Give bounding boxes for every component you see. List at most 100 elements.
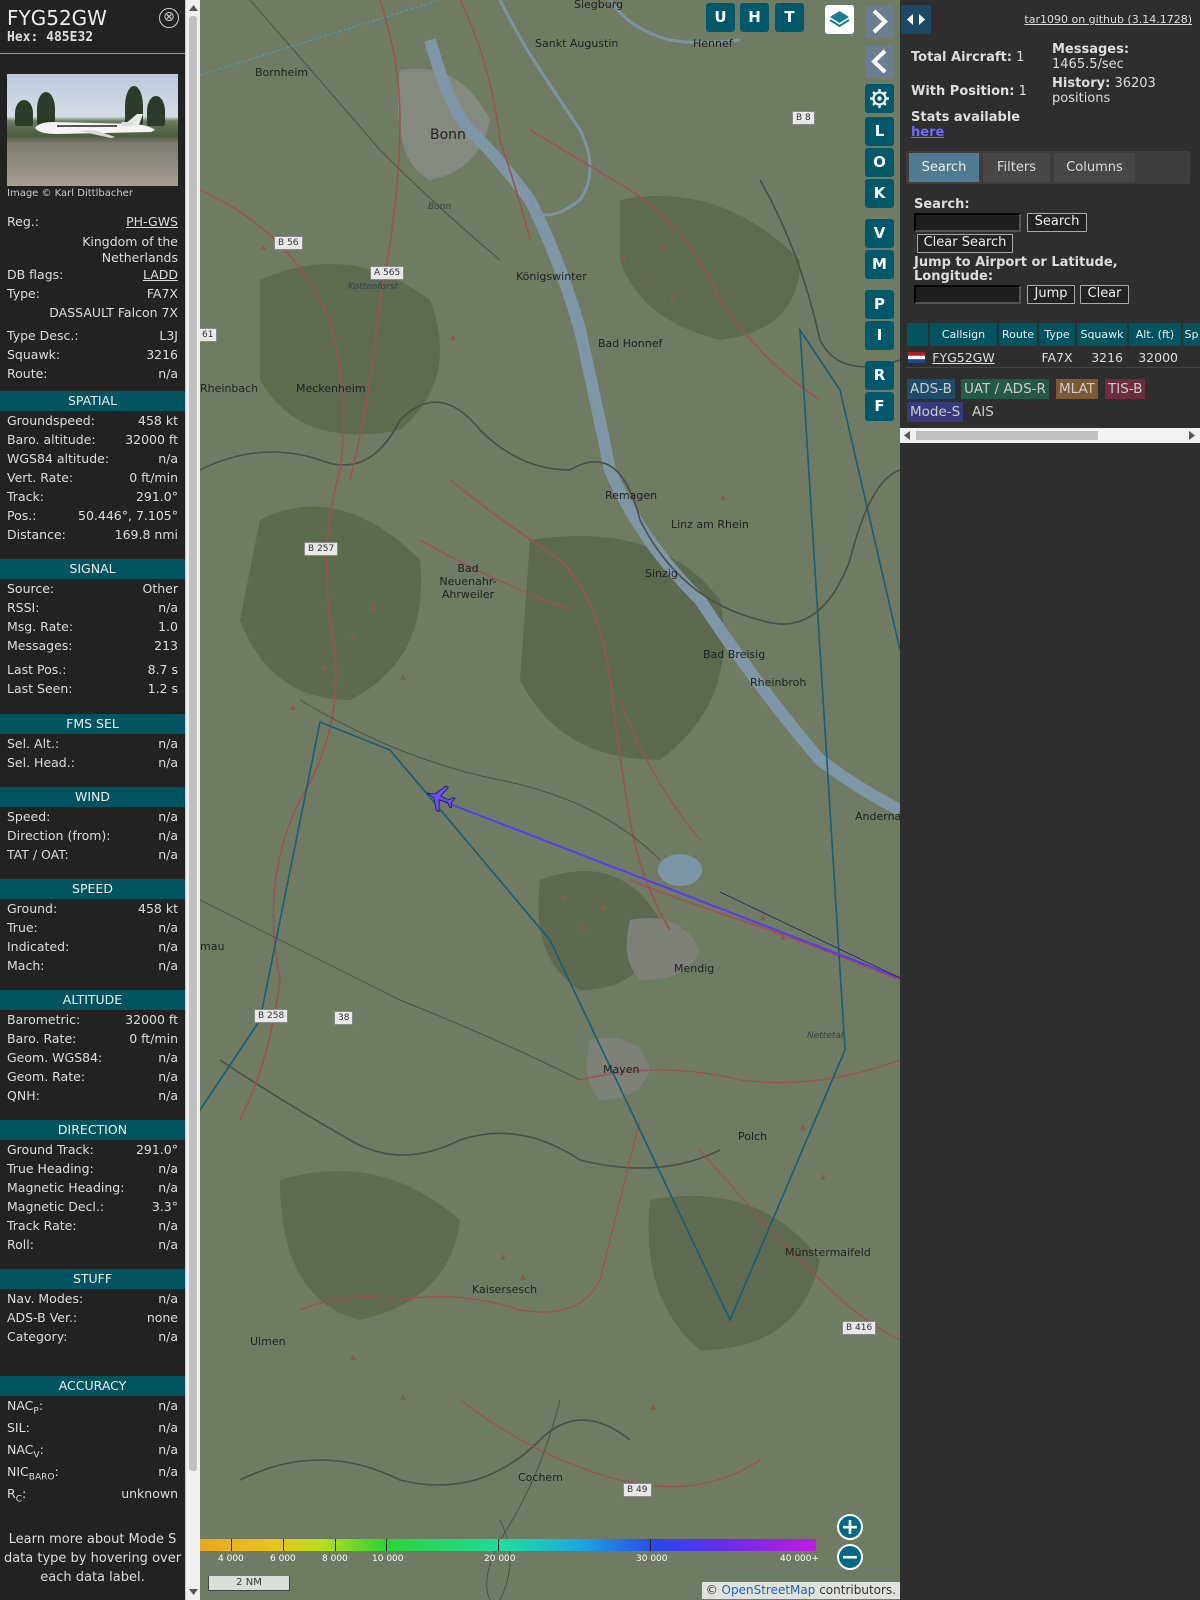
jump-button[interactable]: Jump bbox=[1027, 285, 1075, 304]
toggle-extended-labels-button[interactable]: O bbox=[865, 148, 894, 177]
label[interactable]: Sel. Alt.: bbox=[7, 735, 59, 753]
toggle-history-button[interactable]: H bbox=[740, 3, 769, 32]
label[interactable]: Last Seen: bbox=[7, 680, 72, 698]
toggle-labels-button[interactable]: L bbox=[865, 117, 894, 146]
openstreetmap-link[interactable]: OpenStreetMap bbox=[722, 1583, 816, 1597]
label[interactable]: Roll: bbox=[7, 1236, 34, 1254]
map-view[interactable]: Siegburg Sankt Augustin Hennef Bornheim … bbox=[200, 0, 900, 1600]
label[interactable]: Barometric: bbox=[7, 1011, 80, 1029]
section-speed[interactable]: SPEED bbox=[0, 879, 185, 899]
layers-button[interactable] bbox=[825, 5, 854, 34]
label[interactable]: RSSI: bbox=[7, 599, 39, 617]
tab-search[interactable]: Search bbox=[909, 153, 979, 182]
label[interactable]: Sel. Head.: bbox=[7, 754, 75, 772]
toggle-multiselect-button[interactable]: M bbox=[865, 250, 894, 279]
clear-jump-button[interactable]: Clear bbox=[1080, 285, 1129, 304]
label[interactable]: TAT / OAT: bbox=[7, 846, 69, 864]
label[interactable]: Category: bbox=[7, 1328, 67, 1346]
column-header-flag[interactable] bbox=[907, 323, 928, 346]
label[interactable]: Nav. Modes: bbox=[7, 1290, 83, 1308]
close-icon[interactable]: ⊗ bbox=[159, 8, 179, 28]
label[interactable]: Geom. WGS84: bbox=[7, 1049, 102, 1067]
expand-sidebar-button[interactable] bbox=[865, 5, 894, 38]
scrollbar-thumb[interactable] bbox=[916, 431, 1098, 440]
aircraft-photo[interactable] bbox=[7, 74, 178, 186]
section-stuff[interactable]: STUFF bbox=[0, 1269, 185, 1289]
toggle-info-button[interactable]: I bbox=[865, 321, 894, 350]
scroll-left-arrow-icon[interactable] bbox=[904, 431, 911, 440]
label[interactable]: WGS84 altitude: bbox=[7, 450, 109, 468]
label[interactable]: RC: bbox=[7, 1485, 26, 1509]
column-header-route[interactable]: Route bbox=[999, 323, 1037, 346]
label[interactable]: Last Pos.: bbox=[7, 661, 66, 679]
column-header-altitude[interactable]: Alt. (ft) bbox=[1129, 323, 1181, 346]
label[interactable]: Msg. Rate: bbox=[7, 618, 73, 636]
column-header-callsign[interactable]: Callsign bbox=[930, 323, 997, 346]
label[interactable]: NACP: bbox=[7, 1397, 43, 1421]
settings-button[interactable] bbox=[865, 84, 894, 113]
zoom-in-button[interactable]: + bbox=[837, 1514, 863, 1540]
scroll-right-arrow-icon[interactable] bbox=[1189, 431, 1196, 440]
section-altitude[interactable]: ALTITUDE bbox=[0, 990, 185, 1010]
section-wind[interactable]: WIND bbox=[0, 787, 185, 807]
label[interactable]: Ground: bbox=[7, 900, 57, 918]
table-horizontal-scrollbar[interactable] bbox=[900, 428, 1200, 443]
label[interactable]: Geom. Rate: bbox=[7, 1068, 85, 1086]
label[interactable]: Indicated: bbox=[7, 938, 69, 956]
stats-here-link[interactable]: here bbox=[911, 125, 944, 140]
label[interactable]: SIL: bbox=[7, 1419, 30, 1437]
toggle-follow-button[interactable]: F bbox=[865, 392, 894, 421]
zoom-out-button[interactable]: − bbox=[837, 1544, 863, 1570]
label[interactable]: Mach: bbox=[7, 957, 44, 975]
label[interactable]: Messages: bbox=[7, 637, 73, 655]
label[interactable]: QNH: bbox=[7, 1087, 40, 1105]
column-header-type[interactable]: Type bbox=[1039, 323, 1075, 346]
label[interactable]: Groundspeed: bbox=[7, 412, 95, 430]
label[interactable]: Pos.: bbox=[7, 507, 36, 525]
github-link[interactable]: tar1090 on github (3.14.1728) bbox=[1024, 13, 1192, 26]
toggle-persistence-button[interactable]: P bbox=[865, 290, 894, 319]
clear-search-button[interactable]: Clear Search bbox=[917, 234, 1013, 253]
label[interactable]: NICBARO: bbox=[7, 1463, 59, 1487]
column-header-speed[interactable]: Sp bbox=[1183, 323, 1200, 346]
toggle-range-rings-button[interactable]: R bbox=[865, 361, 894, 390]
label[interactable]: ADS-B Ver.: bbox=[7, 1309, 77, 1327]
label[interactable]: Track Rate: bbox=[7, 1217, 77, 1235]
section-spatial[interactable]: SPATIAL bbox=[0, 391, 185, 411]
column-header-squawk[interactable]: Squawk bbox=[1077, 323, 1127, 346]
label[interactable]: Magnetic Heading: bbox=[7, 1179, 124, 1197]
section-direction[interactable]: DIRECTION bbox=[0, 1120, 185, 1140]
toggle-kiosk-button[interactable]: K bbox=[865, 179, 894, 208]
label[interactable]: Source: bbox=[7, 580, 54, 598]
label[interactable]: Baro. altitude: bbox=[7, 431, 96, 449]
label[interactable]: True Heading: bbox=[7, 1160, 94, 1178]
label[interactable]: Vert. Rate: bbox=[7, 469, 73, 487]
label[interactable]: Direction (from): bbox=[7, 827, 111, 845]
search-button[interactable]: Search bbox=[1027, 213, 1087, 232]
tab-columns[interactable]: Columns bbox=[1054, 153, 1135, 182]
section-fms[interactable]: FMS SEL bbox=[0, 714, 185, 734]
jump-input[interactable] bbox=[914, 285, 1021, 304]
toggle-sidebar-width-button[interactable] bbox=[901, 5, 931, 34]
info-panel-scrollbar[interactable] bbox=[185, 0, 200, 1600]
toggle-track-labels-button[interactable]: T bbox=[775, 3, 804, 32]
tab-filters[interactable]: Filters bbox=[983, 153, 1050, 182]
section-accuracy[interactable]: ACCURACY bbox=[0, 1376, 185, 1396]
label[interactable]: Speed: bbox=[7, 808, 50, 826]
label[interactable]: Magnetic Decl.: bbox=[7, 1198, 104, 1216]
search-input[interactable] bbox=[914, 213, 1021, 232]
label[interactable]: Distance: bbox=[7, 526, 66, 544]
label[interactable]: NACV: bbox=[7, 1441, 44, 1465]
collapse-sidebar-button[interactable] bbox=[865, 45, 894, 78]
label[interactable]: True: bbox=[7, 919, 38, 937]
dbflags-link[interactable]: LADD bbox=[143, 266, 178, 284]
toggle-view-button[interactable]: V bbox=[865, 219, 894, 248]
scroll-down-arrow-icon[interactable] bbox=[189, 1588, 198, 1596]
scroll-up-arrow-icon[interactable] bbox=[189, 4, 198, 12]
registration-link[interactable]: PH-GWS bbox=[126, 213, 178, 231]
label[interactable]: Baro. Rate: bbox=[7, 1030, 76, 1048]
label[interactable]: Ground Track: bbox=[7, 1141, 94, 1159]
scrollbar-thumb[interactable] bbox=[189, 16, 197, 1471]
cell-callsign[interactable]: FYG52GW bbox=[930, 349, 997, 367]
label[interactable]: Track: bbox=[7, 488, 44, 506]
